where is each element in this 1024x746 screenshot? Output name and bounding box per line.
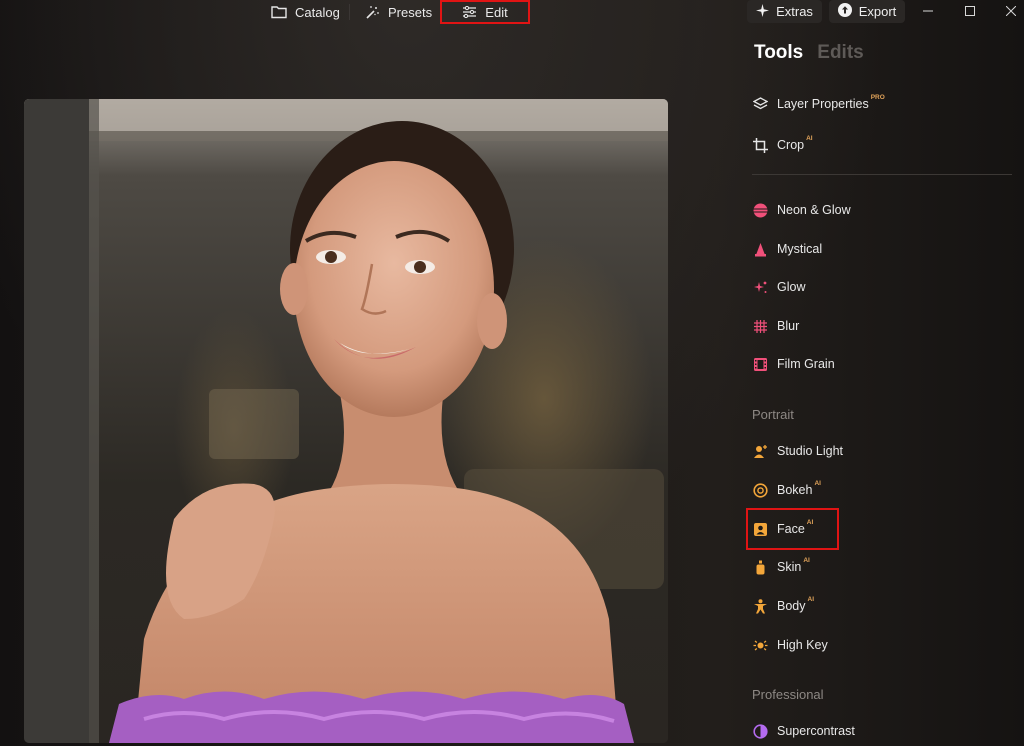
presets-tab[interactable]: Presets xyxy=(365,0,432,24)
top-bar: Catalog Presets Edit Extras Export xyxy=(0,0,1024,24)
tool-crop[interactable]: Crop AI xyxy=(752,131,813,159)
ai-badge: AI xyxy=(814,479,821,487)
tool-label: Film Grain xyxy=(777,357,835,371)
catalog-tab[interactable]: Catalog xyxy=(271,0,340,24)
maximize-button[interactable] xyxy=(950,0,990,22)
body-icon xyxy=(752,598,768,614)
presets-label: Presets xyxy=(388,4,433,20)
tab-tools[interactable]: Tools xyxy=(754,42,803,64)
tool-mystical[interactable]: Mystical xyxy=(752,235,822,263)
folder-icon xyxy=(271,5,287,19)
tool-label: Skin xyxy=(777,560,802,574)
tool-label: Layer Properties xyxy=(777,97,869,111)
panel-divider xyxy=(752,174,1012,175)
edit-tab[interactable]: Edit xyxy=(440,0,530,24)
tool-glow[interactable]: Glow xyxy=(752,273,805,301)
panel-tabs: Tools Edits xyxy=(754,42,864,64)
catalog-label: Catalog xyxy=(295,4,340,20)
tool-label: Supercontrast xyxy=(777,724,855,738)
section-portrait: Portrait xyxy=(752,407,794,422)
glow-sparkle-icon xyxy=(752,279,768,295)
tool-bokeh[interactable]: Bokeh AI xyxy=(752,476,821,504)
ai-badge: AI xyxy=(803,556,810,564)
close-icon xyxy=(1006,6,1016,16)
export-button[interactable]: Export xyxy=(829,0,905,23)
minimize-button[interactable] xyxy=(908,0,948,22)
nav-separator xyxy=(349,4,350,20)
sliders-icon xyxy=(462,6,477,18)
tool-film-grain[interactable]: Film Grain xyxy=(752,350,835,378)
tool-body[interactable]: Body AI xyxy=(752,592,814,620)
extras-button[interactable]: Extras xyxy=(747,0,822,23)
close-button[interactable] xyxy=(991,0,1024,22)
tool-layer-properties[interactable]: Layer Properties PRO xyxy=(752,90,885,118)
tab-edits[interactable]: Edits xyxy=(817,42,863,64)
film-icon xyxy=(752,356,768,372)
ai-badge: AI xyxy=(806,134,813,142)
tool-label: Studio Light xyxy=(777,444,844,458)
bokeh-icon xyxy=(752,482,768,498)
portrait-photo xyxy=(24,99,668,743)
supercontrast-icon xyxy=(752,723,768,739)
face-tool-highlight xyxy=(746,508,839,550)
tool-neon-glow[interactable]: Neon & Glow xyxy=(752,196,851,224)
tool-blur[interactable]: Blur xyxy=(752,312,799,340)
mystical-icon xyxy=(752,241,768,257)
blur-grid-icon xyxy=(752,318,768,334)
maximize-icon xyxy=(965,6,975,16)
layers-icon xyxy=(752,96,768,112)
tool-skin[interactable]: Skin AI xyxy=(752,553,810,581)
tool-supercontrast[interactable]: Supercontrast xyxy=(752,717,855,745)
pro-badge: PRO xyxy=(870,93,885,101)
export-label: Export xyxy=(858,4,897,19)
neon-glow-icon xyxy=(752,202,768,218)
tool-label: Blur xyxy=(777,319,800,333)
studio-light-icon xyxy=(752,443,768,459)
tool-label: Bokeh xyxy=(777,483,813,497)
tool-label: Body xyxy=(777,599,806,613)
upload-icon xyxy=(837,3,852,20)
skin-bottle-icon xyxy=(752,559,768,575)
minimize-icon xyxy=(923,10,933,12)
sparkle-icon xyxy=(756,3,770,20)
high-key-icon xyxy=(752,637,768,653)
tool-label: High Key xyxy=(777,638,828,652)
tool-label: Neon & Glow xyxy=(777,203,851,217)
tool-label: Crop xyxy=(777,138,805,152)
tool-high-key[interactable]: High Key xyxy=(752,631,828,659)
magic-wand-icon xyxy=(365,5,380,20)
crop-icon xyxy=(752,137,768,153)
section-professional: Professional xyxy=(752,687,824,702)
tool-label: Mystical xyxy=(777,242,823,256)
app-window: Catalog Presets Edit Extras Export Tools… xyxy=(0,0,1024,746)
tool-studio-light[interactable]: Studio Light xyxy=(752,437,843,465)
tool-label: Glow xyxy=(777,280,806,294)
extras-label: Extras xyxy=(776,4,813,19)
photo-canvas[interactable] xyxy=(24,99,668,743)
edit-label: Edit xyxy=(485,4,508,20)
ai-badge: AI xyxy=(807,595,815,603)
